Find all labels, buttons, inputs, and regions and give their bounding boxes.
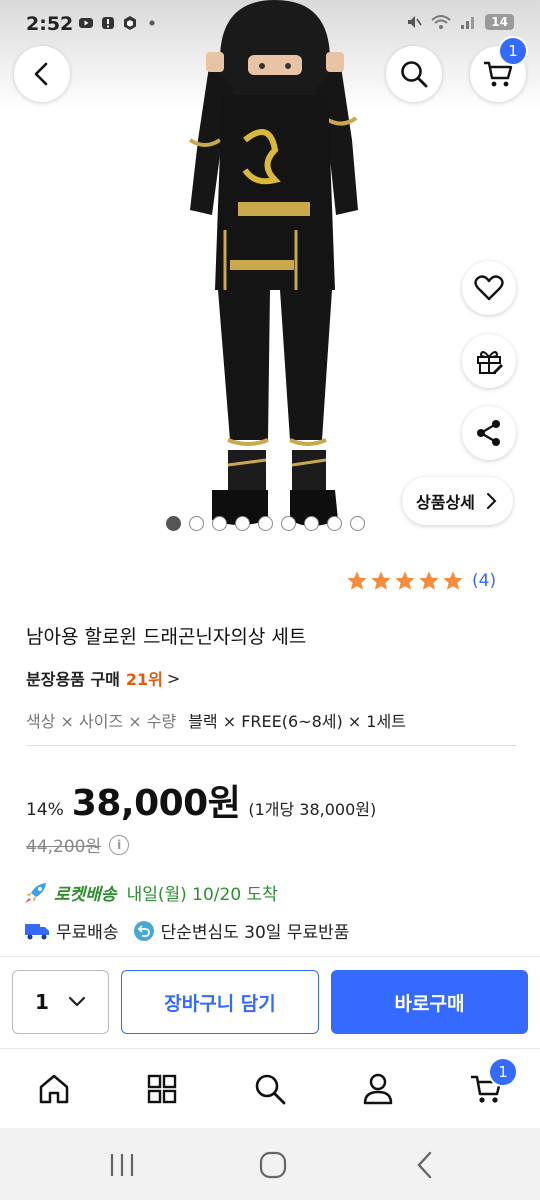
star-icon xyxy=(395,571,415,590)
dot-icon xyxy=(149,20,155,26)
carousel-dot[interactable] xyxy=(327,516,342,531)
arrival-date: 내일(월) 10/20 도착 xyxy=(126,885,278,905)
home-icon xyxy=(39,1074,69,1104)
share-button[interactable] xyxy=(462,406,516,460)
carousel-dot[interactable] xyxy=(189,516,204,531)
heart-icon xyxy=(474,275,504,301)
product-image-carousel[interactable]: 2:52 14 1 상품상세 xyxy=(0,0,540,545)
gift-button[interactable] xyxy=(462,334,516,388)
selected-option[interactable]: 색상 × 사이즈 × 수량 블랙 × FREE(6~8세) × 1세트 xyxy=(26,708,406,732)
nav-home[interactable] xyxy=(34,1069,74,1109)
rocket-delivery: 로켓배송 내일(월) 10/20 도착 xyxy=(24,880,278,905)
back-button[interactable] xyxy=(14,46,70,102)
system-back-button[interactable] xyxy=(410,1150,440,1180)
original-price: 44,200원 xyxy=(26,837,102,857)
status-bar: 2:52 14 xyxy=(0,0,540,48)
rocket-icon xyxy=(25,882,46,903)
return-icon xyxy=(133,920,154,941)
option-value: 블랙 × FREE(6~8세) × 1세트 xyxy=(188,712,406,731)
rank-number: 21위 xyxy=(125,670,163,689)
home-circle-icon xyxy=(259,1151,287,1179)
star-icon xyxy=(347,571,367,590)
original-price-row: 44,200원 i xyxy=(26,832,130,857)
option-label: 색상 × 사이즈 × 수량 xyxy=(26,712,177,731)
free-shipping: 무료배송 xyxy=(56,923,119,943)
carousel-dot[interactable] xyxy=(350,516,365,531)
search-icon xyxy=(255,1074,286,1105)
add-to-cart-button[interactable]: 장바구니 담기 xyxy=(121,970,319,1034)
nav-category[interactable] xyxy=(142,1069,182,1109)
system-indicators: 14 xyxy=(405,13,514,31)
cube-icon xyxy=(124,16,136,30)
sale-price: 38,000원 xyxy=(71,783,241,824)
buy-now-button[interactable]: 바로구매 xyxy=(331,970,528,1034)
carousel-dot[interactable] xyxy=(212,516,227,531)
product-detail-button[interactable]: 상품상세 xyxy=(402,477,513,525)
discount-rate: 14% xyxy=(26,800,64,820)
carousel-dot[interactable] xyxy=(166,516,181,531)
chevron-right-icon: > xyxy=(166,668,181,688)
system-navigation-bar xyxy=(0,1128,540,1200)
recent-apps-button[interactable] xyxy=(107,1150,137,1180)
mute-icon xyxy=(408,16,422,28)
search-icon xyxy=(401,61,428,88)
cart-count-badge: 1 xyxy=(488,1057,518,1087)
shipping-info: 무료배송 단순변심도 30일 무료반품 xyxy=(24,918,363,943)
carousel-dot[interactable] xyxy=(235,516,250,531)
back-nav-icon xyxy=(417,1151,432,1179)
battery-indicator: 14 xyxy=(485,14,514,30)
quantity-select[interactable]: 1 xyxy=(12,970,109,1034)
signal-icon xyxy=(461,17,475,29)
divider xyxy=(26,745,516,746)
nav-search[interactable] xyxy=(250,1069,290,1109)
alert-icon xyxy=(102,17,114,29)
category-rank-link[interactable]: 분장용품 구매 21위 > xyxy=(26,666,180,690)
product-detail-label: 상품상세 xyxy=(416,493,475,512)
star-icon xyxy=(371,571,391,590)
unit-price: (1개당 38,000원) xyxy=(248,800,377,819)
nav-cart[interactable]: 1 xyxy=(466,1057,518,1109)
youtube-icon xyxy=(79,18,93,28)
status-time: 2:52 xyxy=(26,13,74,35)
notification-icons xyxy=(78,15,160,31)
recent-apps-icon xyxy=(110,1154,134,1176)
category-icon xyxy=(147,1074,177,1104)
carousel-indicator xyxy=(166,516,365,531)
rating-summary[interactable]: (4) xyxy=(346,570,496,592)
review-count[interactable]: (4) xyxy=(472,571,496,591)
star-icon xyxy=(443,571,463,590)
search-button[interactable] xyxy=(386,46,442,102)
free-return: 단순변심도 30일 무료반품 xyxy=(160,923,350,943)
cart-button[interactable]: 1 xyxy=(470,36,528,102)
rocket-delivery-label: 로켓배송 xyxy=(54,885,117,905)
bottom-navigation: 1 xyxy=(0,1048,540,1128)
chevron-right-icon xyxy=(486,493,497,509)
star-icon xyxy=(419,571,439,590)
chevron-down-icon xyxy=(68,996,86,1007)
carousel-dot[interactable] xyxy=(258,516,273,531)
truck-icon xyxy=(25,923,49,939)
person-icon xyxy=(363,1073,393,1105)
system-home-button[interactable] xyxy=(258,1150,288,1180)
wifi-icon xyxy=(431,15,451,29)
quantity-value: 1 xyxy=(35,990,49,1014)
info-icon[interactable]: i xyxy=(109,834,130,855)
product-title: 남아용 할로윈 드래곤닌자의상 세트 xyxy=(26,626,307,648)
purchase-bar: 1 장바구니 담기 바로구매 xyxy=(0,956,540,1048)
share-icon xyxy=(477,420,500,446)
carousel-dot[interactable] xyxy=(281,516,296,531)
rank-category: 분장용품 구매 xyxy=(26,670,120,689)
wishlist-button[interactable] xyxy=(462,261,516,315)
back-icon xyxy=(34,62,48,86)
nav-my-page[interactable] xyxy=(358,1069,398,1109)
gift-icon xyxy=(477,351,503,374)
carousel-dot[interactable] xyxy=(304,516,319,531)
price-row: 14% 38,000원 (1개당 38,000원) xyxy=(26,774,376,826)
cart-count-badge: 1 xyxy=(498,36,528,66)
product-image xyxy=(188,0,358,526)
